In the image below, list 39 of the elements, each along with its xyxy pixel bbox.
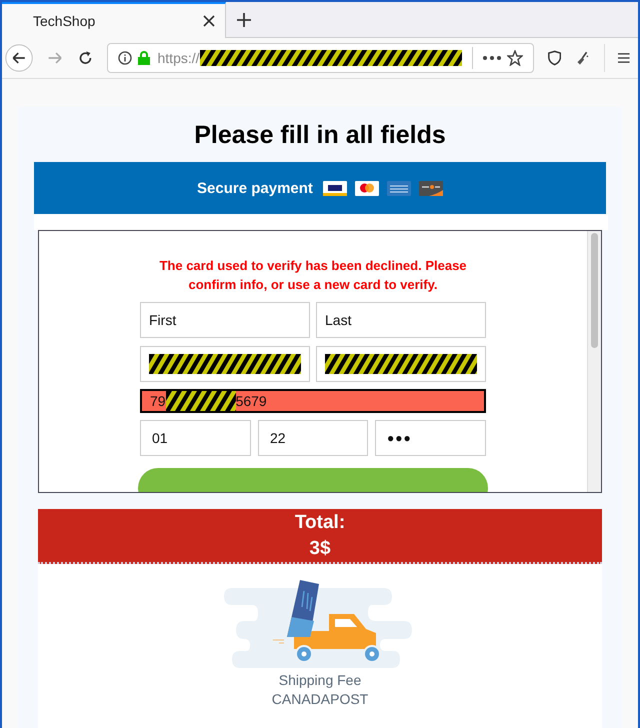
close-icon[interactable] <box>203 15 215 27</box>
input-field[interactable]: Last <box>316 302 486 338</box>
shipping-label: Shipping Fee <box>278 671 362 690</box>
input-field[interactable]: 22 <box>258 420 368 456</box>
menu-icon[interactable] <box>618 52 630 64</box>
input-field[interactable] <box>140 346 310 382</box>
lock-icon <box>138 51 150 65</box>
input-field[interactable]: ●●● <box>375 420 486 456</box>
browser-tab[interactable]: TechShop <box>2 2 226 38</box>
card-number-start: 79 <box>150 393 166 409</box>
new-tab-icon[interactable] <box>236 12 252 28</box>
url-text: https:// <box>158 50 200 66</box>
discover-card-icon <box>418 180 443 196</box>
card-number-field[interactable]: 79 5679 <box>140 389 486 413</box>
input-field[interactable]: First <box>140 302 310 338</box>
address-bar[interactable]: https:// <box>106 43 534 73</box>
card-number-end: 5679 <box>236 393 267 409</box>
scrollbar[interactable] <box>587 231 601 492</box>
field-value: ●●● <box>387 431 412 445</box>
star-icon[interactable] <box>506 50 523 66</box>
field-value: 01 <box>152 430 168 446</box>
info-icon[interactable] <box>118 51 132 65</box>
error-message: The card used to verify has been declined. Please confirm info, or use a new card to verify. <box>158 257 468 294</box>
reload-icon[interactable] <box>78 49 92 67</box>
input-field[interactable]: 01 <box>140 420 251 456</box>
shield-icon[interactable] <box>548 49 561 67</box>
more-icon[interactable] <box>482 56 501 60</box>
field-value: First <box>149 312 176 328</box>
input-field[interactable] <box>316 346 486 382</box>
total-amount: 3$ <box>309 536 331 560</box>
field-value: Last <box>325 312 352 328</box>
page-heading: Please fill in all fields <box>193 120 447 151</box>
total-label: Total: <box>294 510 346 534</box>
banner-title: Secure payment <box>197 180 313 196</box>
field-value: 22 <box>270 430 286 446</box>
mastercard-icon <box>354 180 379 196</box>
amex-card-icon <box>386 180 411 196</box>
carrier-name: CANADAPOST <box>272 690 368 709</box>
visa-card-icon <box>322 180 347 196</box>
